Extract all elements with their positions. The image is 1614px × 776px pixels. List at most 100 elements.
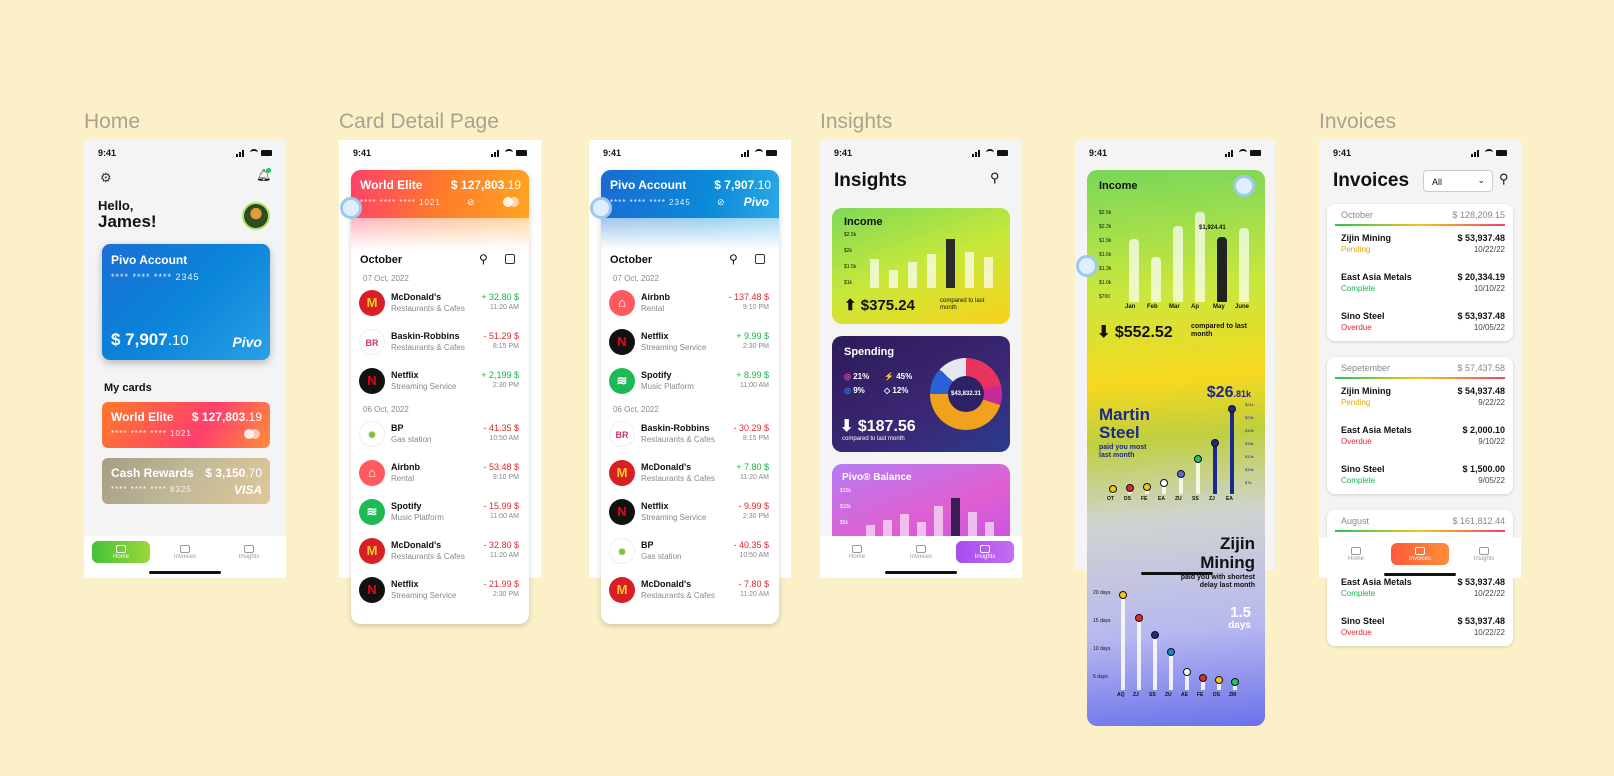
- transaction-amount: - 53.48 $: [483, 462, 519, 472]
- stat-value: 9%: [853, 386, 865, 395]
- avatar[interactable]: [242, 202, 270, 230]
- chart-icon: [980, 545, 990, 553]
- transaction-amount: - 51.29 $: [483, 331, 519, 341]
- transaction-row[interactable]: N Netflix Streaming Service + 9.99 $ 2:30 PM: [601, 325, 779, 364]
- nav-insights[interactable]: Insights: [220, 541, 278, 563]
- settings-gear-icon[interactable]: ⚙: [100, 170, 112, 186]
- transaction-row[interactable]: N Netflix Streaming Service - 9.99 $ 2:30 PM: [601, 495, 779, 534]
- search-icon[interactable]: ⚲: [729, 252, 738, 266]
- transaction-row[interactable]: BR Baskin-Robbins Restaurants & Cafes - 30.…: [601, 417, 779, 456]
- invoice-group-header[interactable]: Sepetember $ 57,437.58: [1327, 357, 1513, 377]
- pivo-logo: Pivo: [743, 195, 769, 209]
- search-icon[interactable]: ⚲: [990, 170, 1000, 186]
- balance-card[interactable]: Pivo® Balance $15k $10k $5k: [832, 464, 1010, 544]
- merchant-category: Streaming Service: [391, 382, 457, 391]
- spending-amount-value: $187.56: [857, 418, 916, 435]
- invoice-group-header[interactable]: October $ 128,209.15: [1327, 204, 1513, 224]
- eye-hidden-icon[interactable]: ⊘: [717, 197, 725, 208]
- income-bar: [965, 251, 974, 288]
- income-bars: [1123, 212, 1259, 302]
- transaction-time: 8:15 PM: [492, 343, 519, 350]
- transaction-row[interactable]: M McDonald's Restaurants & Cafes - 32.80 $ 1…: [351, 534, 529, 573]
- filter-select[interactable]: All ⌄: [1423, 170, 1493, 192]
- income-card[interactable]: Income $2.5k $2k $1.5k $1k ⬆ $375.24 compar…: [832, 208, 1010, 324]
- invoice-amount: $ 1,500.00: [1462, 464, 1505, 474]
- income-amount-value: $552.52: [1114, 324, 1173, 341]
- invoice-group-header[interactable]: August $ 161,812.44: [1327, 510, 1513, 530]
- transaction-row[interactable]: N Netflix Streaming Service + 2,199 $ 2:30 P…: [351, 364, 529, 403]
- status-bar: 9:41: [834, 148, 1008, 160]
- delay-x-axis: AQ ZJ SS ZU AE FE DS ZM: [1117, 692, 1253, 702]
- nav-invoices[interactable]: Invoices: [892, 541, 950, 563]
- lollipop-stem: [1121, 595, 1125, 690]
- transaction-row[interactable]: N Netflix Streaming Service - 21.99 $ 2:30 P…: [351, 573, 529, 612]
- transaction-row[interactable]: BR Baskin-Robbins Restaurants & Cafes - 51.…: [351, 325, 529, 364]
- transaction-time: 10:50 AM: [489, 435, 519, 442]
- transaction-amount: - 21.99 $: [483, 579, 519, 589]
- transaction-row[interactable]: ⌂ Airbnb Rental - 53.48 $ 9:10 PM: [351, 456, 529, 495]
- lollipop-head: [1194, 455, 1202, 464]
- income-amount: ⬆ $375.24: [844, 297, 915, 314]
- card-world-elite[interactable]: World Elite $ 127,803.19 **** **** **** …: [102, 402, 270, 448]
- merchant-category: Gas station: [641, 552, 682, 561]
- lollipop-stem: [1230, 409, 1234, 494]
- transaction-row[interactable]: ≋ Spotify Music Platform - 15.99 $ 11:00 AM: [351, 495, 529, 534]
- nav-insights[interactable]: Insights: [1455, 543, 1513, 565]
- income-detail-panel[interactable]: Income $2.5k $2.2k $1.9k $1.6k $1.3k $1.0k $70…: [1087, 170, 1265, 726]
- calendar-icon[interactable]: [505, 254, 515, 264]
- invoice-row[interactable]: Zijin Mining Pending $ 54,937.48 9/22/22: [1327, 377, 1513, 416]
- eye-hidden-icon[interactable]: ⊘: [467, 197, 475, 208]
- invoice-row[interactable]: East Asia Metals Complete $ 20,334.19 10/10…: [1327, 263, 1513, 302]
- stat-value: 12%: [892, 386, 909, 395]
- merchant-name: McDonald's: [391, 292, 442, 302]
- invoice-status: Pending: [1341, 245, 1371, 254]
- transaction-row[interactable]: ✺ BP Gas station - 41.35 $ 10:50 AM: [351, 417, 529, 456]
- merchant-logo-icon: ⌂: [359, 460, 385, 486]
- income-bar: [1129, 239, 1139, 302]
- section-title-insights: Insights: [820, 110, 893, 133]
- transaction-row[interactable]: ✺ BP Gas station - 40.35 $ 10:50 AM: [601, 534, 779, 573]
- nav-invoices[interactable]: Invoices: [156, 541, 214, 563]
- merchant-category: Restaurants & Cafes: [641, 435, 715, 444]
- nav-insights[interactable]: Insights: [956, 541, 1014, 563]
- search-icon[interactable]: ⚲: [1499, 171, 1509, 187]
- spending-card[interactable]: Spending ◎ 21% ⚡ 45% ◎ 9% ◇ 12% $43,832.…: [832, 336, 1010, 452]
- merchant-name: McDonald's: [391, 540, 442, 550]
- merchant-name: McDonald's: [641, 579, 692, 589]
- invoice-amount: $ 2,000.10: [1462, 425, 1505, 435]
- nav-home[interactable]: Home: [1327, 543, 1385, 565]
- merchant-name: Baskin-Robbins: [641, 423, 710, 433]
- transaction-row[interactable]: M McDonald's Restaurants & Cafes + 32.80 $ 1…: [351, 286, 529, 325]
- nav-home[interactable]: Home: [828, 541, 886, 563]
- nav-label: Invoices: [1408, 556, 1431, 562]
- touch-indicator: [1076, 255, 1098, 277]
- income-bar: [908, 262, 917, 288]
- nav-home[interactable]: Home: [92, 541, 150, 563]
- card-cash-rewards[interactable]: Cash Rewards $ 3,150.70 **** **** **** 8…: [102, 458, 270, 504]
- invoice-row[interactable]: East Asia Metals Overdue $ 2,000.10 9/10/22: [1327, 416, 1513, 455]
- touch-indicator: [340, 197, 362, 219]
- peak-label: $1,924.41: [1199, 225, 1226, 231]
- invoice-row[interactable]: Sino Steel Complete $ 1,500.00 9/05/22: [1327, 455, 1513, 494]
- visa-logo: VISA: [233, 483, 262, 497]
- main-card[interactable]: Pivo Account **** **** **** 2345 $ 7,907…: [102, 244, 270, 360]
- transaction-row[interactable]: M McDonald's Restaurants & Cafes - 7.80 $ 11…: [601, 573, 779, 612]
- merchant-logo-icon: ≋: [609, 368, 635, 394]
- month-title: October: [360, 254, 403, 266]
- group-total: $ 57,437.58: [1457, 363, 1505, 373]
- lollipop-head: [1211, 439, 1219, 448]
- date-header: 07 Oct, 2022: [363, 274, 409, 283]
- transaction-amount: - 30.29 $: [733, 423, 769, 433]
- invoice-row[interactable]: Sino Steel Overdue $ 53,937.48 10/05/22: [1327, 302, 1513, 341]
- transaction-row[interactable]: M McDonald's Restaurants & Cafes + 7.80 $ 11…: [601, 456, 779, 495]
- invoice-date: 10/05/22: [1473, 323, 1505, 332]
- transaction-time: 10:50 AM: [739, 552, 769, 559]
- calendar-icon[interactable]: [755, 254, 765, 264]
- transaction-row[interactable]: ≋ Spotify Music Platform + 8.99 $ 11:00 AM: [601, 364, 779, 403]
- invoice-row[interactable]: Zijin Mining Pending $ 53,937.48 10/22/22: [1327, 224, 1513, 263]
- invoice-date: 10/22/22: [1473, 589, 1505, 598]
- search-icon[interactable]: ⚲: [479, 252, 488, 266]
- invoice-row[interactable]: Sino Steel Overdue $ 53,937.48 10/22/22: [1327, 607, 1513, 646]
- nav-invoices[interactable]: Invoices: [1391, 543, 1449, 565]
- transaction-row[interactable]: ⌂ Airbnb Rental - 137.48 $ 9:10 PM: [601, 286, 779, 325]
